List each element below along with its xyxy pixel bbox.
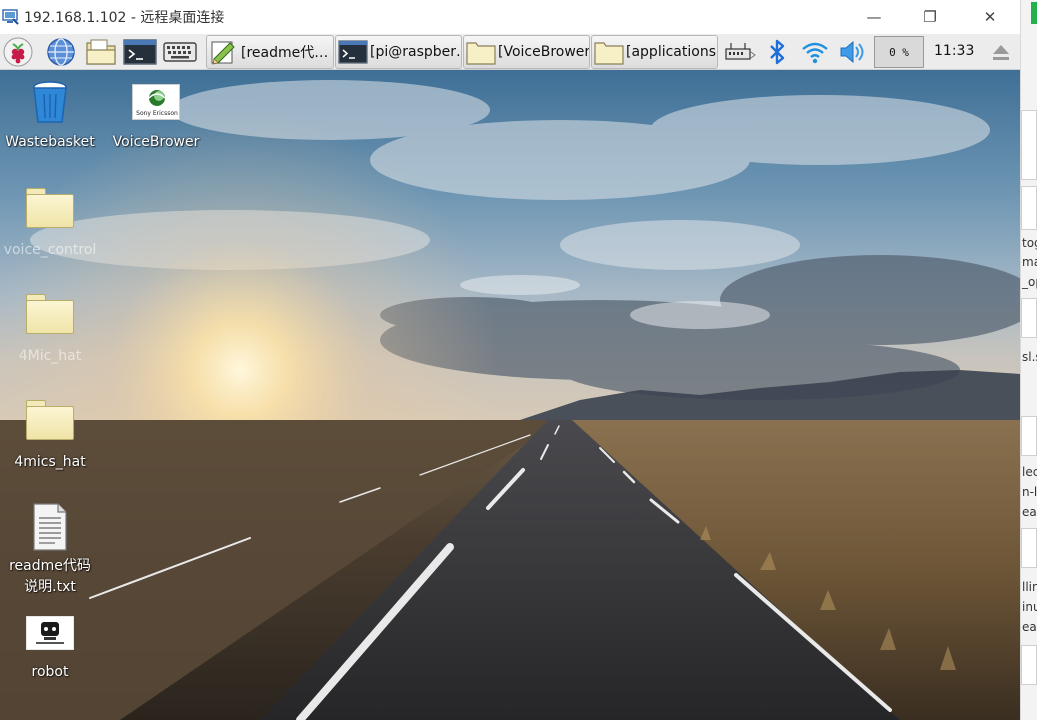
close-icon: ✕ [983,8,997,26]
close-button[interactable]: ✕ [962,0,1018,34]
folder-icon [466,39,496,65]
text-file-icon [33,503,67,551]
side-text-fragment: llin [1022,580,1037,594]
web-browser-button[interactable] [44,36,78,68]
desktop-icon-label: 4Mic_hat [18,348,82,364]
side-text-fragment: lec [1022,465,1037,479]
terminal-icon [338,39,368,65]
taskbar-panel: [readme代… [pi@raspber… [VoiceBrower] [ap… [0,34,1020,70]
desktop-icon-voicebrower[interactable]: Sony Ericsson VoiceBrower [108,84,204,153]
desktop-icon-label: VoiceBrower [112,134,200,150]
window-title: 192.168.1.102 - 远程桌面连接 [24,10,225,26]
restore-button[interactable]: ❐ [902,0,958,34]
background-panel [1021,645,1037,685]
desktop-icon-wastebasket[interactable]: Wastebasket [2,78,98,153]
side-text-fragment: n-li [1022,485,1037,499]
background-panel [1021,110,1037,180]
task-label: [pi@raspber… [370,44,461,60]
task-applications[interactable]: [applications] [591,35,718,69]
volume-icon [840,40,864,64]
desktop-icon-readme-txt[interactable]: readme代码说明.txt [2,502,98,598]
wifi-button[interactable] [798,36,832,68]
volume-button[interactable] [836,36,868,68]
file-manager-button[interactable] [84,36,118,68]
desktop-icon-label: Wastebasket [5,134,95,150]
remote-desktop-icon [2,8,20,26]
folder-icon [26,294,74,334]
trash-icon [33,81,67,123]
side-text-fragment: eab [1022,505,1037,519]
side-text-fragment: sl.s [1022,350,1037,364]
task-label: [VoiceBrower] [498,44,589,60]
background-panel [1021,298,1037,338]
side-text-fragment: _op [1022,275,1037,289]
wallpaper-road-landscape [0,70,1020,720]
cpu-usage-monitor[interactable]: 0 % [874,36,924,68]
task-voicebrower[interactable]: [VoiceBrower] [463,35,590,69]
terminal-icon [123,39,157,65]
desktop-icon-label: robot [31,664,69,680]
terminal-button[interactable] [122,36,158,68]
network-icon [725,43,756,60]
folder-icon [26,400,74,440]
desktop-icon-label: 4mics_hat [14,454,86,470]
bluetooth-button[interactable] [764,36,790,68]
task-terminal[interactable]: [pi@raspber… [335,35,462,69]
clock[interactable]: 11:33 [934,43,974,59]
robot-image-icon [26,616,74,650]
task-label: [readme代… [241,45,329,61]
network-button[interactable] [722,36,758,68]
sony-ericsson-logo-text: Sony Ericsson [136,110,178,117]
side-text-fragment: eab [1022,620,1037,634]
desktop-icon-label: readme代码说明.txt [9,558,91,595]
desktop-icon-4mics-hat[interactable]: 4mics_hat [2,400,98,473]
minimize-icon: — [866,8,882,26]
bluetooth-icon [770,39,785,65]
window-title-bar[interactable]: 192.168.1.102 - 远程桌面连接 — ❐ ✕ [0,0,1020,34]
desktop-icon-voice-control[interactable]: voice_control [2,188,98,261]
keyboard-icon [163,42,197,62]
wifi-icon [802,42,828,64]
background-panel [1021,416,1037,456]
raspberry-menu-button[interactable] [2,36,34,68]
web-browser-icon [47,38,75,66]
text-editor-icon [209,39,239,65]
sony-ericsson-icon: Sony Ericsson [132,84,180,120]
folder-icon [594,39,624,65]
side-text-fragment: inu [1022,600,1037,614]
keyboard-button[interactable] [162,36,198,68]
minimize-button[interactable]: — [846,0,902,34]
background-window-edge[interactable]: tog ma _op sl.s lec n-li eab llin inu ea… [1020,0,1037,720]
desktop-icon-robot[interactable]: robot [2,616,98,683]
status-indicator [1031,2,1037,24]
background-panel [1021,528,1037,568]
desktop-icon-4mic-hat[interactable]: 4Mic_hat [2,294,98,367]
raspberry-menu-icon [3,37,33,67]
folder-icon [26,188,74,228]
side-text-fragment: tog [1022,236,1037,250]
side-text-fragment: ma [1022,255,1037,269]
desktop[interactable]: Wastebasket Sony Ericsson VoiceBrower vo… [0,70,1020,720]
file-manager-icon [86,39,116,65]
task-readme[interactable]: [readme代… [206,35,334,69]
task-label: [applications] [626,44,717,60]
restore-icon: ❐ [923,8,937,26]
background-panel [1021,186,1037,230]
cpu-usage-text: 0 % [889,45,909,59]
desktop-icon-label: voice_control [3,242,97,258]
eject-icon [993,45,1009,60]
eject-button[interactable] [986,36,1016,68]
